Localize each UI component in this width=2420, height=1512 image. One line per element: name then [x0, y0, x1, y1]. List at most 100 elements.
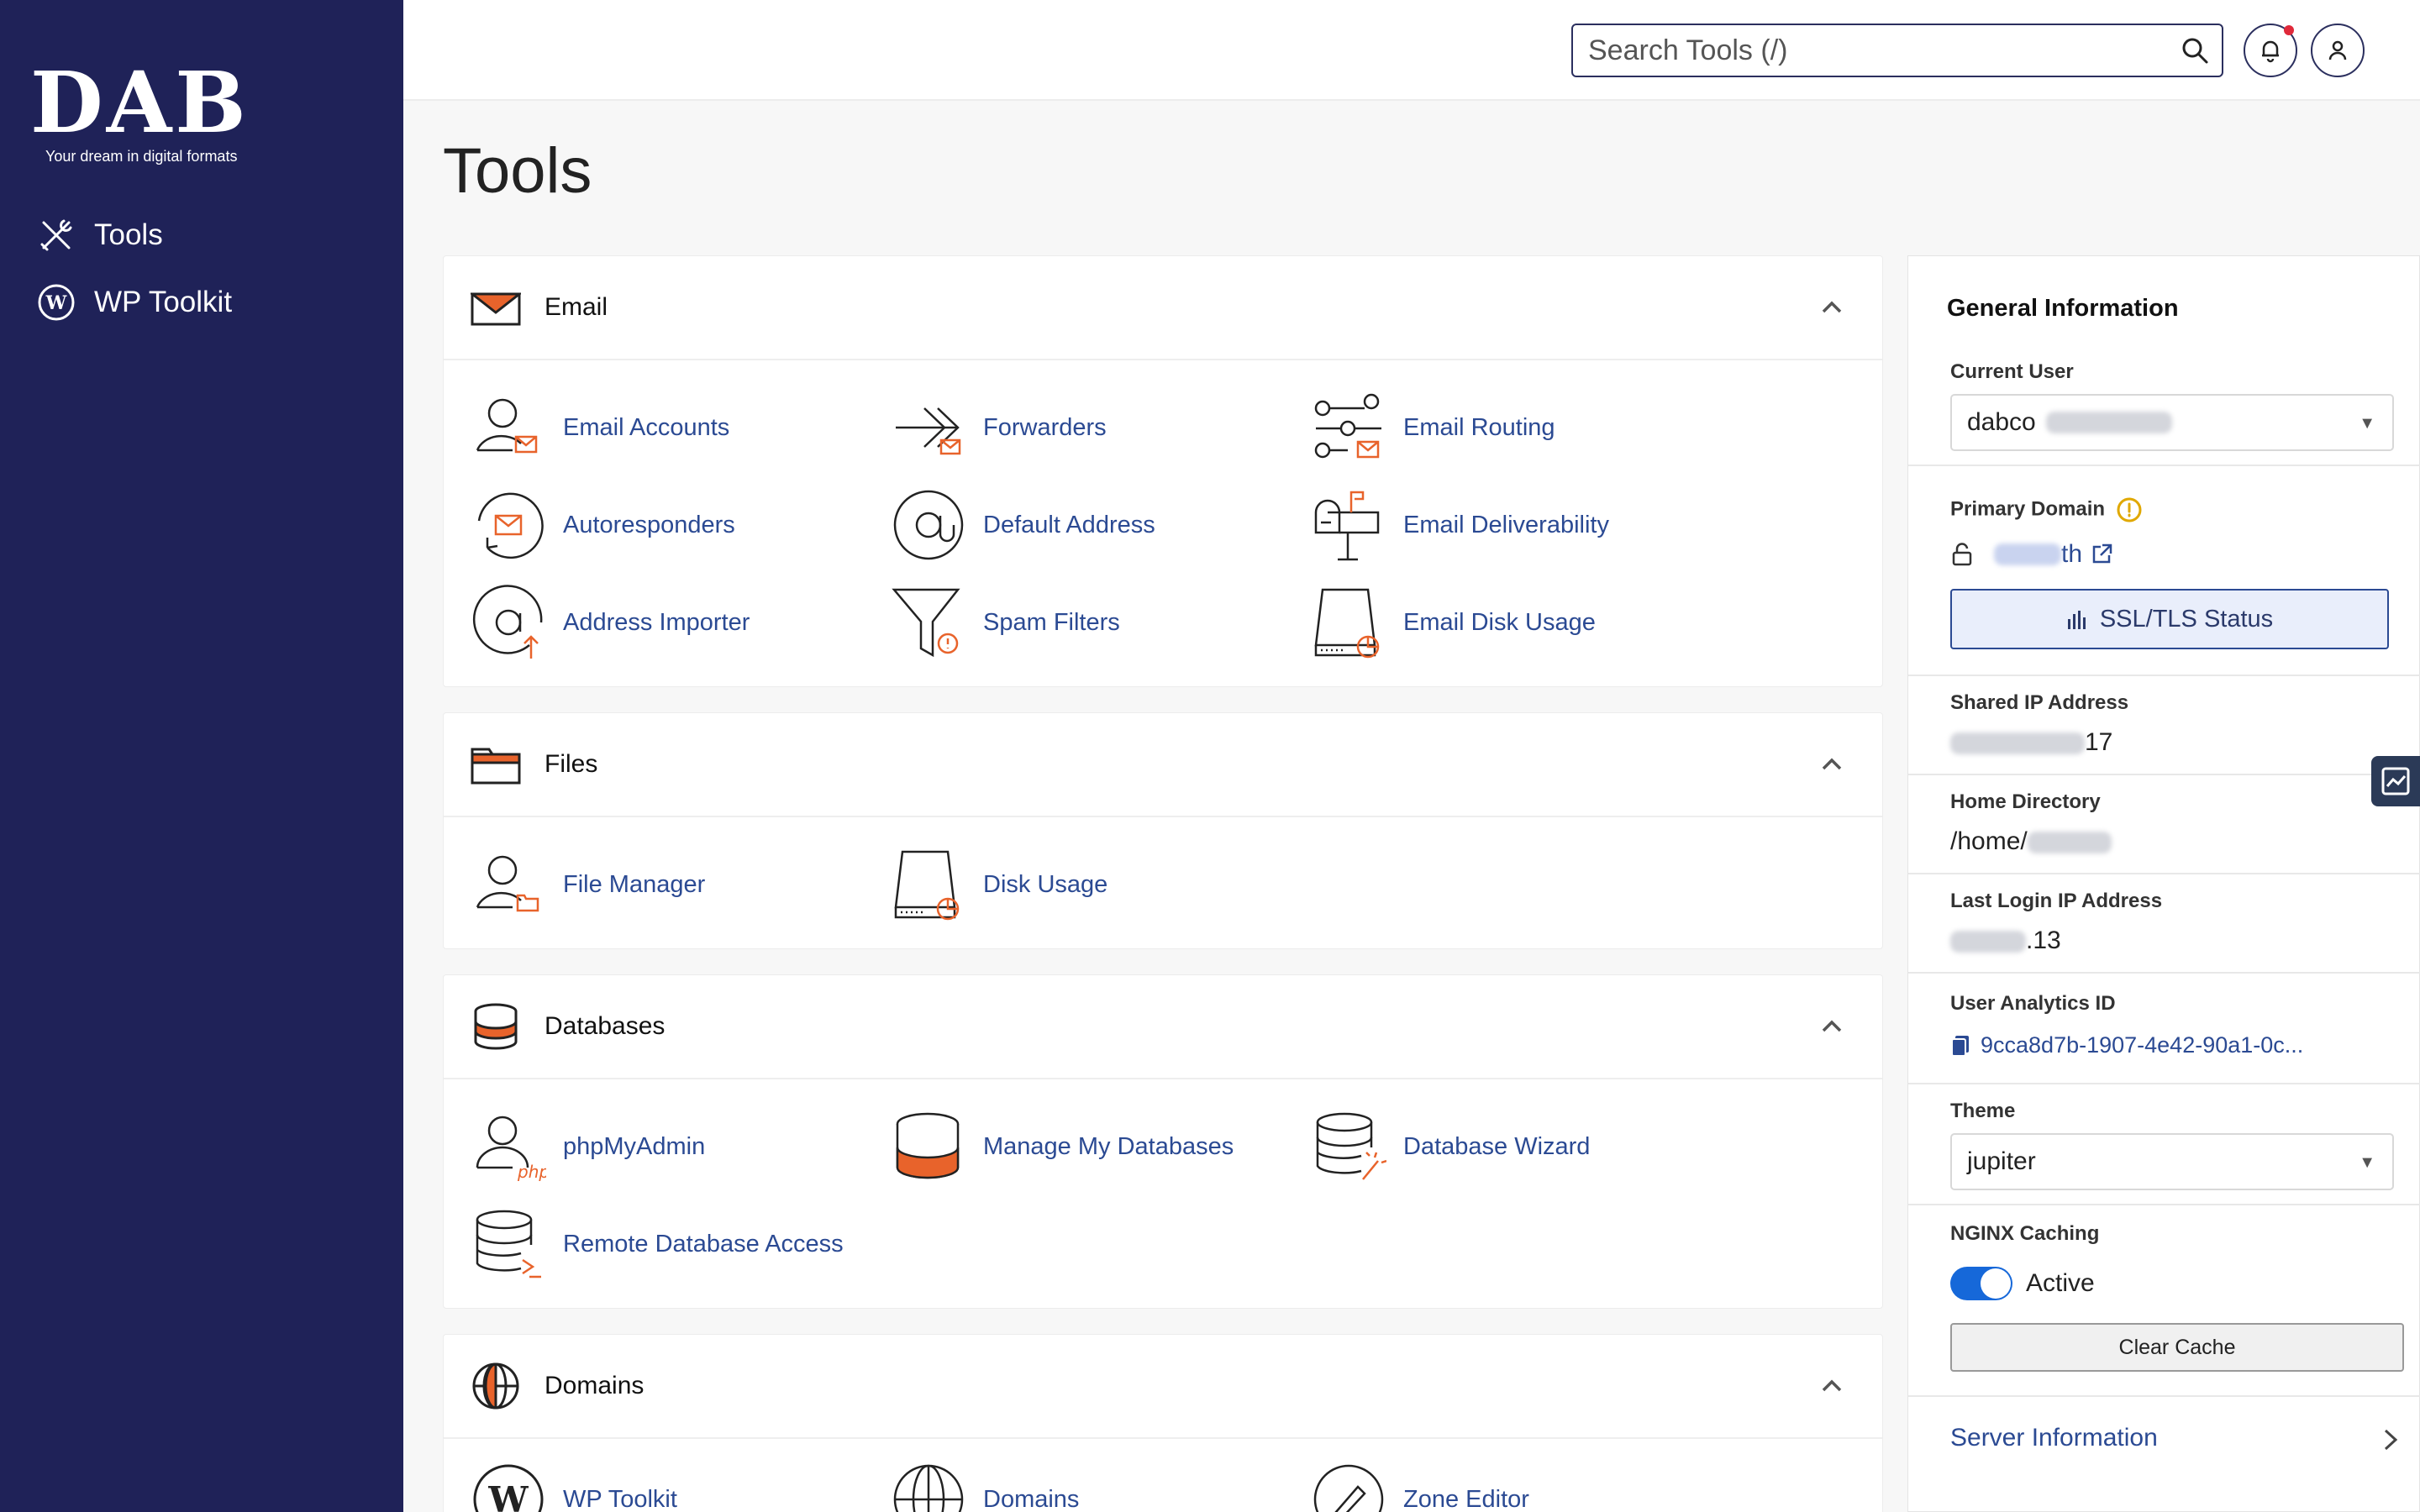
search-icon[interactable]: [2168, 25, 2222, 76]
redacted-text: [2045, 412, 2172, 433]
theme-value: jupiter: [1967, 1147, 2036, 1175]
svg-text:W: W: [487, 1479, 529, 1512]
tool-label: Default Address: [983, 511, 1155, 538]
tools-icon: [40, 219, 72, 251]
tool-default-address[interactable]: Default Address: [891, 485, 1155, 565]
info-title: General Information: [1947, 295, 2179, 322]
email-panel: Email Email Accounts Forwarders Email Ro…: [443, 255, 1883, 687]
nginx-caching-toggle[interactable]: [1950, 1267, 2012, 1300]
search-box: [1571, 24, 2223, 77]
chevron-up-icon[interactable]: [1815, 1009, 1849, 1042]
nginx-status-text: Active: [2026, 1269, 2095, 1297]
tool-label: Disk Usage: [983, 870, 1108, 898]
tool-label: Manage My Databases: [983, 1132, 1234, 1160]
tool-label: File Manager: [563, 870, 706, 898]
unlock-icon: [1952, 543, 1972, 566]
globe-icon: [893, 1464, 964, 1512]
divider: [1908, 1083, 2420, 1084]
analytics-id-text: 9cca8d7b-1907-4e42-90a1-0c...: [1981, 1032, 2304, 1058]
ssl-button-label: SSL/TLS Status: [2099, 605, 2274, 633]
shared-ip-value: 17: [1950, 728, 2112, 757]
envelope-icon: [471, 292, 521, 326]
server-information-text: Server Information: [1950, 1424, 2158, 1452]
tool-email-accounts[interactable]: Email Accounts: [471, 387, 729, 468]
tool-remote-database-access[interactable]: Remote Database Access: [471, 1204, 844, 1284]
search-input[interactable]: [1573, 34, 2168, 67]
tool-phpmyadmin[interactable]: php phpMyAdmin: [471, 1106, 705, 1187]
shared-ip-suffix: 17: [2085, 728, 2113, 756]
tool-spam-filters[interactable]: Spam Filters: [891, 582, 1120, 663]
tool-manage-databases[interactable]: Manage My Databases: [891, 1106, 1234, 1187]
theme-label: Theme: [1950, 1100, 2016, 1122]
primary-domain-link[interactable]: th: [1950, 540, 2112, 569]
divider: [1908, 873, 2420, 874]
at-sign-icon: [893, 490, 964, 560]
folder-icon: [471, 748, 521, 785]
redacted-text: [2027, 832, 2112, 854]
databases-panel: Databases php phpMyAdmin Manage My Datab…: [443, 974, 1883, 1309]
current-user-select[interactable]: dabco ▼: [1950, 394, 2394, 451]
chevron-right-icon[interactable]: [2379, 1425, 2402, 1454]
home-directory-value: /home/: [1950, 827, 2112, 856]
server-information-link[interactable]: Server Information: [1950, 1424, 2158, 1452]
primary-domain-label-text: Primary Domain: [1950, 497, 2106, 521]
database-wizard-icon: [1316, 1112, 1386, 1180]
divider: [1908, 465, 2420, 466]
email-accounts-icon: [476, 398, 538, 454]
email-panel-header[interactable]: Email: [444, 256, 1882, 360]
sidebar: DAB Your dream in digital formats Tools …: [0, 0, 403, 1512]
nginx-caching-label: NGINX Caching: [1950, 1222, 2100, 1245]
ssl-tls-status-button[interactable]: SSL/TLS Status: [1950, 589, 2389, 649]
database-icon: [896, 1112, 960, 1179]
divider: [1908, 972, 2420, 974]
tool-disk-usage[interactable]: Disk Usage: [891, 844, 1107, 925]
tool-email-disk-usage[interactable]: Email Disk Usage: [1311, 582, 1596, 663]
files-panel: Files File Manager Disk Usage: [443, 712, 1883, 949]
tool-autoresponders[interactable]: Autoresponders: [471, 485, 735, 565]
chevron-up-icon[interactable]: [1815, 290, 1849, 323]
clear-cache-button[interactable]: Clear Cache: [1950, 1323, 2404, 1372]
databases-panel-header[interactable]: Databases: [444, 975, 1882, 1079]
divider: [1908, 1395, 2420, 1397]
tool-wp-toolkit[interactable]: W WP Toolkit: [471, 1459, 677, 1512]
page-title: Tools: [443, 135, 592, 207]
files-panel-header[interactable]: Files: [444, 713, 1882, 817]
tool-email-deliverability[interactable]: Email Deliverability: [1311, 485, 1609, 565]
tool-label: Remote Database Access: [563, 1230, 844, 1257]
chevron-up-icon[interactable]: [1815, 747, 1849, 780]
chevron-up-icon[interactable]: [1815, 1368, 1849, 1402]
sidebar-item-wp-toolkit[interactable]: W WP Toolkit: [37, 277, 232, 328]
address-importer-icon: [472, 585, 543, 659]
analytics-side-tab[interactable]: [2371, 756, 2420, 806]
analytics-id-value[interactable]: 9cca8d7b-1907-4e42-90a1-0c...: [1950, 1032, 2303, 1058]
tool-file-manager[interactable]: File Manager: [471, 844, 705, 925]
domains-panel-header[interactable]: Domains: [444, 1335, 1882, 1439]
tool-domains[interactable]: Domains: [891, 1459, 1079, 1512]
tool-label: Spam Filters: [983, 608, 1120, 636]
last-login-label: Last Login IP Address: [1950, 890, 2163, 912]
notifications-button[interactable]: [2244, 24, 2297, 77]
theme-select[interactable]: jupiter ▼: [1950, 1133, 2394, 1190]
clear-cache-label: Clear Cache: [2118, 1335, 2236, 1359]
tool-forwarders[interactable]: Forwarders: [891, 387, 1107, 468]
warning-icon[interactable]: [2116, 496, 2143, 523]
tool-email-routing[interactable]: Email Routing: [1311, 387, 1555, 468]
tool-zone-editor[interactable]: Zone Editor: [1311, 1459, 1529, 1512]
tool-label: Database Wizard: [1403, 1132, 1591, 1160]
divider: [1908, 1204, 2420, 1205]
copy-icon: [1951, 1035, 1969, 1057]
sidebar-item-tools[interactable]: Tools: [37, 210, 163, 260]
tool-label: WP Toolkit: [563, 1485, 677, 1512]
tool-database-wizard[interactable]: Database Wizard: [1311, 1106, 1590, 1187]
redacted-text: [1950, 732, 2085, 755]
redacted-text: [1994, 543, 2061, 565]
brand-logo[interactable]: DAB Your dream in digital formats: [30, 60, 266, 165]
zone-editor-icon: [1313, 1464, 1384, 1512]
email-routing-icon: [1314, 393, 1381, 459]
mailbox-icon: [1314, 491, 1380, 561]
user-icon: [2328, 40, 2347, 60]
shared-ip-label: Shared IP Address: [1950, 691, 2129, 714]
tool-address-importer[interactable]: Address Importer: [471, 582, 750, 663]
user-menu-button[interactable]: [2311, 24, 2365, 77]
tool-label: Email Routing: [1403, 413, 1555, 441]
